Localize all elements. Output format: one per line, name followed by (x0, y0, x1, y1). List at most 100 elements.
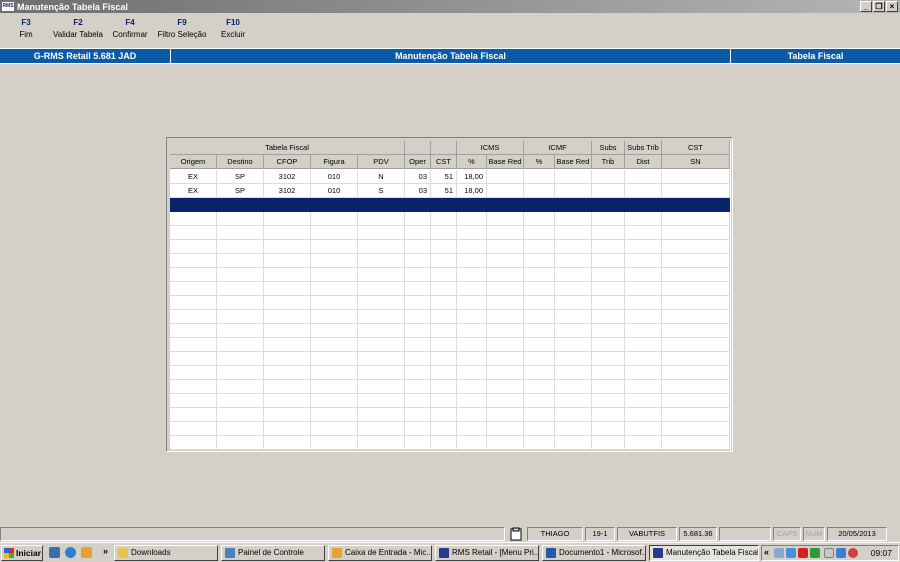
table-cell[interactable] (217, 394, 264, 408)
table-cell[interactable] (625, 184, 662, 198)
table-cell[interactable] (662, 380, 730, 394)
table-cell[interactable] (524, 394, 555, 408)
table-cell[interactable] (311, 394, 358, 408)
table-cell[interactable] (264, 324, 311, 338)
table-cell[interactable] (405, 338, 431, 352)
table-cell[interactable] (662, 310, 730, 324)
table-cell[interactable] (662, 240, 730, 254)
table-cell[interactable] (457, 254, 487, 268)
selected-row-cell[interactable] (264, 198, 311, 212)
close-button[interactable]: × (886, 1, 898, 12)
table-cell[interactable] (555, 212, 592, 226)
table-cell[interactable] (592, 324, 625, 338)
table-cell[interactable] (170, 282, 217, 296)
table-cell[interactable] (358, 226, 405, 240)
table-cell[interactable] (524, 254, 555, 268)
table-cell[interactable] (625, 366, 662, 380)
table-cell[interactable] (487, 408, 524, 422)
table-cell[interactable] (457, 408, 487, 422)
table-cell[interactable] (487, 338, 524, 352)
table-cell[interactable] (358, 352, 405, 366)
table-cell[interactable] (405, 380, 431, 394)
selected-row-cell[interactable] (405, 198, 431, 212)
table-cell[interactable] (217, 296, 264, 310)
table-cell[interactable]: 51 (431, 170, 457, 184)
table-cell[interactable] (358, 422, 405, 436)
column-header[interactable]: Figura (311, 155, 358, 169)
table-cell[interactable] (555, 254, 592, 268)
selected-row-cell[interactable] (524, 198, 555, 212)
table-cell[interactable] (487, 296, 524, 310)
table-cell[interactable] (217, 212, 264, 226)
taskbar-item-caixa-de-entrada[interactable]: Caixa de Entrada - Mic... (328, 545, 432, 561)
table-cell[interactable] (405, 352, 431, 366)
table-cell[interactable] (358, 436, 405, 450)
table-cell[interactable] (592, 352, 625, 366)
table-cell[interactable] (487, 324, 524, 338)
restore-button[interactable]: ❐ (873, 1, 885, 12)
table-cell[interactable] (662, 212, 730, 226)
column-header[interactable]: Trib (592, 155, 625, 169)
column-header[interactable]: SN (662, 155, 730, 169)
table-cell[interactable] (264, 352, 311, 366)
table-cell[interactable] (662, 170, 730, 184)
table-cell[interactable] (555, 394, 592, 408)
column-header[interactable]: PDV (358, 155, 405, 169)
selected-row-cell[interactable] (457, 198, 487, 212)
table-cell[interactable] (592, 184, 625, 198)
table-cell[interactable] (170, 366, 217, 380)
table-cell[interactable] (264, 310, 311, 324)
column-header[interactable]: % (457, 155, 487, 169)
column-header[interactable]: Oper (405, 155, 431, 169)
column-header[interactable]: CST (431, 155, 457, 169)
table-cell[interactable] (405, 436, 431, 450)
group-header[interactable]: Subs (592, 141, 625, 155)
table-cell[interactable] (487, 422, 524, 436)
taskbar-item-documento1[interactable]: Documento1 - Microsof... (542, 545, 646, 561)
table-cell[interactable] (431, 240, 457, 254)
group-header[interactable]: CST (662, 141, 730, 155)
table-cell[interactable] (264, 296, 311, 310)
table-cell[interactable] (555, 184, 592, 198)
table-cell[interactable] (217, 282, 264, 296)
table-cell[interactable] (555, 226, 592, 240)
taskbar-item-rms-retail[interactable]: RMS Retail - [Menu Pri... (435, 545, 539, 561)
table-cell[interactable] (625, 254, 662, 268)
table-cell[interactable] (487, 226, 524, 240)
table-cell[interactable] (555, 352, 592, 366)
table-cell[interactable] (170, 408, 217, 422)
table-cell[interactable] (405, 408, 431, 422)
table-cell[interactable]: 010 (311, 184, 358, 198)
selected-row-cell[interactable] (487, 198, 524, 212)
table-cell[interactable] (405, 324, 431, 338)
table-cell[interactable] (405, 226, 431, 240)
table-cell[interactable] (217, 268, 264, 282)
table-cell[interactable] (170, 254, 217, 268)
table-cell[interactable] (662, 352, 730, 366)
table-cell[interactable] (405, 394, 431, 408)
quicklaunch-more-chevron[interactable]: » (103, 546, 108, 556)
table-cell[interactable] (487, 268, 524, 282)
table-cell[interactable] (217, 226, 264, 240)
table-cell[interactable] (662, 338, 730, 352)
table-cell[interactable] (170, 422, 217, 436)
table-cell[interactable] (358, 254, 405, 268)
table-cell[interactable]: 03 (405, 170, 431, 184)
table-cell[interactable] (555, 338, 592, 352)
table-cell[interactable] (524, 240, 555, 254)
table-cell[interactable] (487, 240, 524, 254)
minimize-button[interactable]: _ (860, 1, 872, 12)
table-cell[interactable] (264, 282, 311, 296)
selected-row-cell[interactable] (555, 198, 592, 212)
table-cell[interactable] (170, 268, 217, 282)
table-cell[interactable] (524, 408, 555, 422)
table-cell[interactable] (457, 352, 487, 366)
table-cell[interactable] (264, 254, 311, 268)
table-cell[interactable] (625, 212, 662, 226)
table-cell[interactable] (311, 296, 358, 310)
selected-row-cell[interactable] (662, 198, 730, 212)
table-cell[interactable] (358, 268, 405, 282)
table-cell[interactable] (431, 268, 457, 282)
table-cell[interactable]: S (358, 184, 405, 198)
table-cell[interactable] (217, 408, 264, 422)
